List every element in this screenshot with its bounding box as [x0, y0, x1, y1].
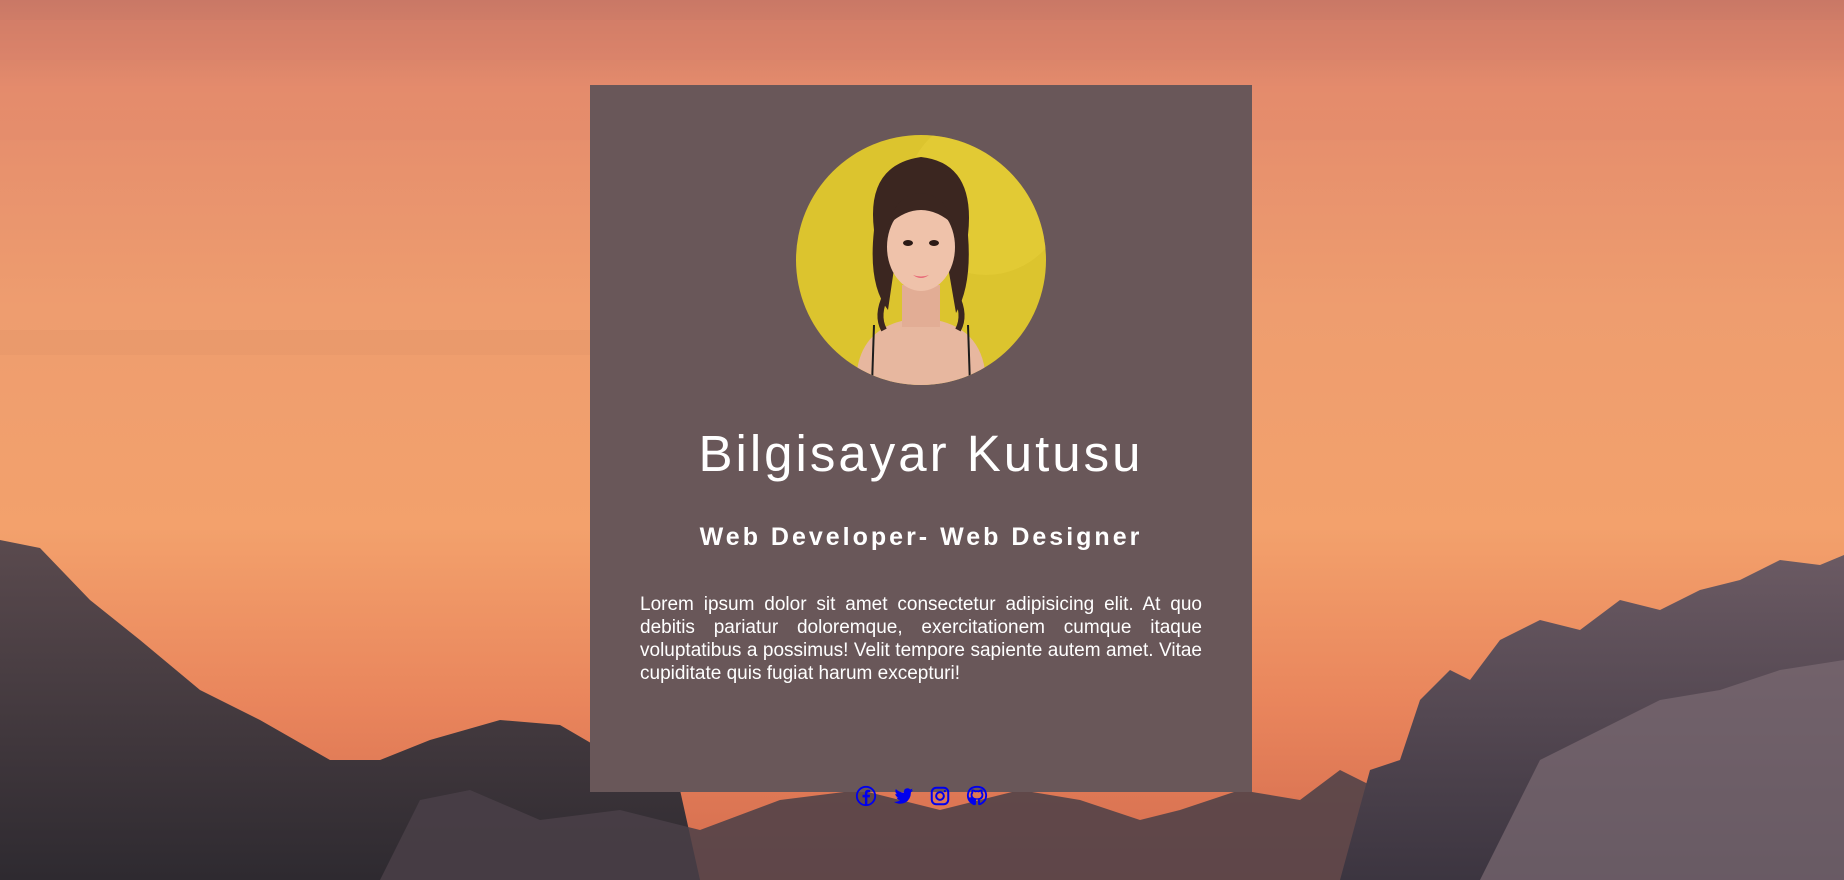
profile-avatar — [796, 135, 1046, 385]
github-icon — [966, 785, 987, 806]
profile-card: Bilgisayar Kutusu Web Developer- Web Des… — [590, 85, 1252, 807]
github-link[interactable] — [966, 785, 988, 807]
profile-name: Bilgisayar Kutusu — [698, 425, 1144, 482]
twitter-link[interactable] — [892, 785, 914, 807]
social-links — [590, 785, 1252, 809]
instagram-icon — [930, 786, 949, 806]
facebook-icon — [855, 785, 876, 807]
instagram-link[interactable] — [929, 785, 951, 807]
facebook-link[interactable] — [855, 785, 877, 807]
profile-role: Web Developer- Web Designer — [699, 523, 1143, 551]
profile-bio: Lorem ipsum dolor sit amet consectetur a… — [640, 594, 1202, 684]
twitter-icon — [893, 788, 913, 804]
